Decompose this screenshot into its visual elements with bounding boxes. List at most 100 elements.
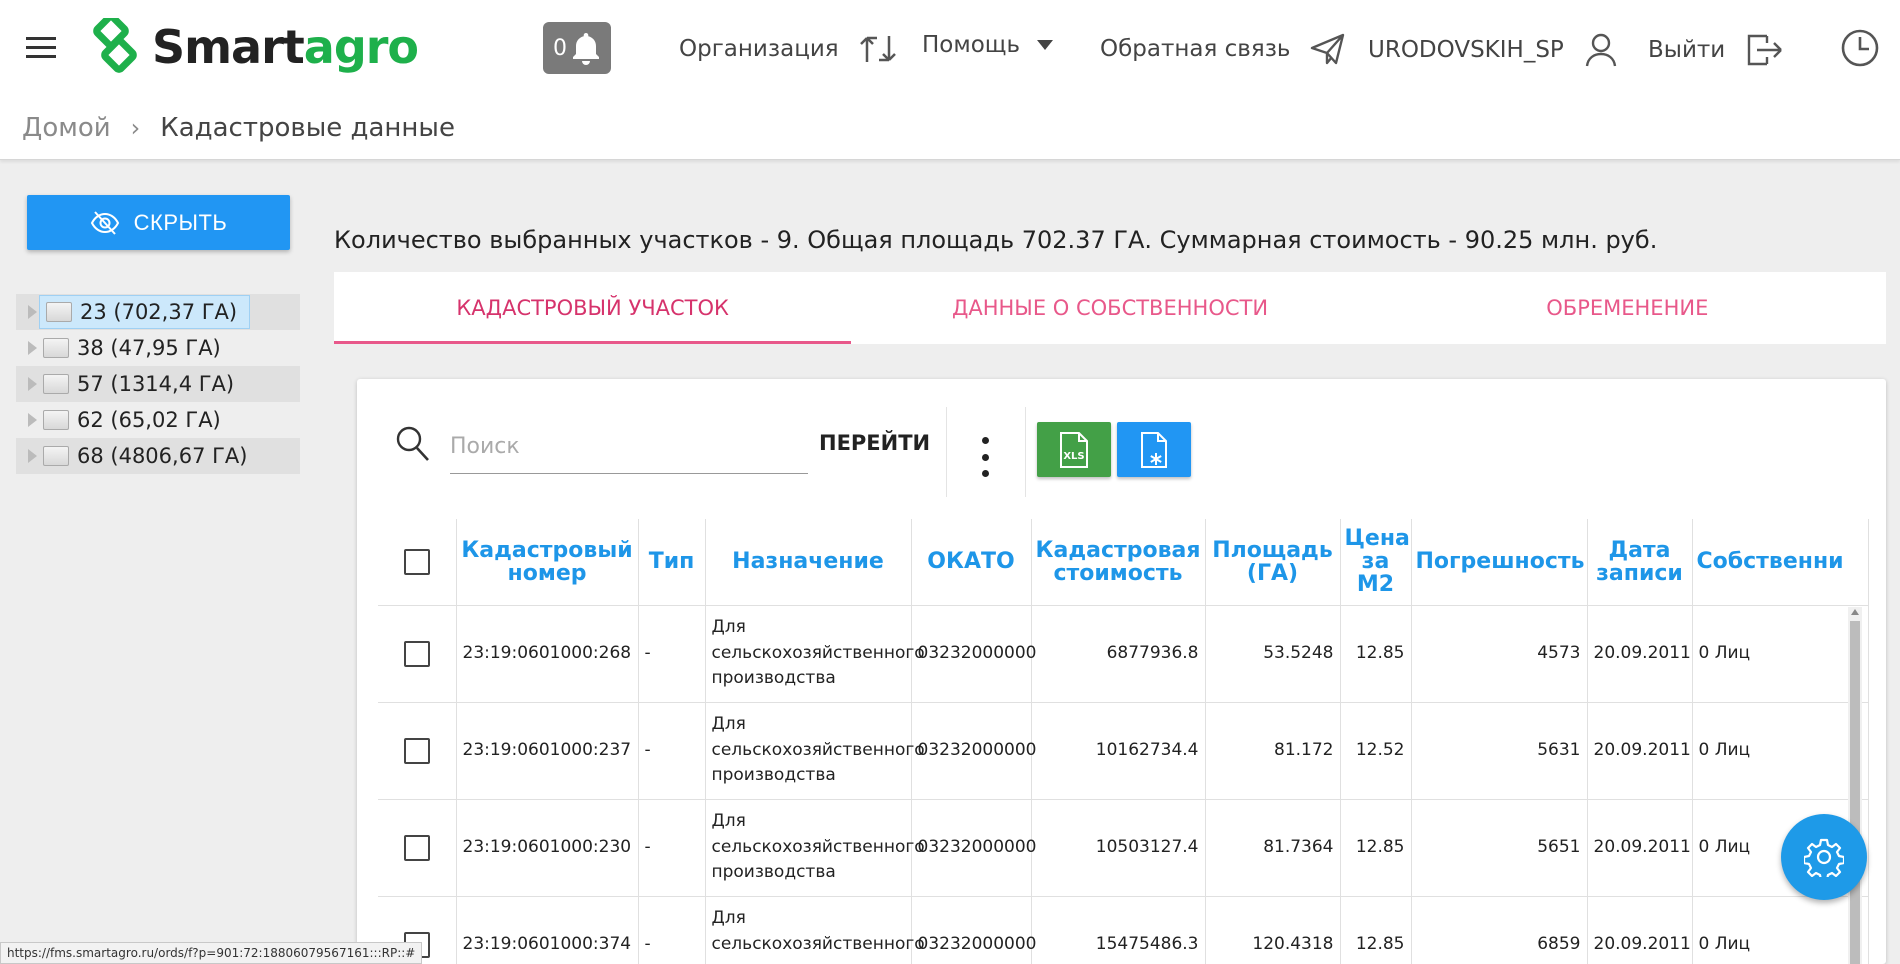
table-row[interactable]: 23:19:0601000:268- Для сельскохозяйственн…	[378, 605, 1869, 703]
search-input[interactable]	[450, 419, 808, 474]
select-all-checkbox[interactable]	[403, 548, 430, 575]
export-xls-button[interactable]: XLS	[1037, 422, 1111, 477]
menu-icon[interactable]	[26, 37, 56, 61]
table-cell: Для сельскохозяйственного производства	[705, 702, 925, 800]
table-cell: 03232000000	[911, 702, 1036, 800]
table-cell: 53.5248	[1205, 605, 1341, 703]
logo-mark-icon	[86, 13, 144, 76]
select-all-cell	[378, 519, 457, 606]
tree-item[interactable]: 68 (4806,67 ГА)	[16, 438, 300, 474]
tree-item[interactable]: 38 (47,95 ГА)	[16, 330, 300, 366]
expand-icon[interactable]	[28, 305, 37, 319]
breadcrumb-current: Кадастровые данные	[160, 113, 455, 143]
search-icon	[396, 426, 429, 461]
divider	[946, 407, 947, 497]
row-checkbox[interactable]	[403, 834, 430, 861]
table-cell: 03232000000	[911, 605, 1036, 703]
settings-fab[interactable]	[1781, 814, 1867, 900]
tab-ownership-data[interactable]: ДАННЫЕ О СОБСТВЕННОСТИ	[851, 272, 1368, 344]
breadcrumb-home[interactable]: Домой	[22, 113, 111, 143]
notifications-count: 0	[553, 35, 567, 61]
tree-item[interactable]: 57 (1314,4 ГА)	[16, 366, 300, 402]
expand-icon[interactable]	[28, 449, 37, 463]
table-row[interactable]: 23:19:0601000:237- Для сельскохозяйственн…	[378, 702, 1869, 800]
tree-item[interactable]: 23 (702,37 ГА)	[16, 294, 300, 330]
col-header[interactable]: Цена за М2	[1340, 519, 1412, 606]
table-cell: 0 Лиц	[1692, 702, 1869, 800]
table-cell: 20.09.2011	[1587, 896, 1693, 964]
chevron-right-icon: ›	[130, 114, 141, 142]
help-menu[interactable]: Помощь	[922, 32, 1054, 58]
table-cell: Для сельскохозяйственного производства	[705, 605, 925, 703]
bell-icon	[573, 33, 599, 65]
col-header[interactable]: Собственни	[1692, 519, 1869, 606]
hide-button[interactable]: СКРЫТЬ	[27, 195, 290, 250]
col-header[interactable]: Площадь (ГА)	[1205, 519, 1341, 606]
table-cell: 6859	[1411, 896, 1588, 964]
table-cell: 20.09.2011	[1587, 605, 1693, 703]
organization-menu[interactable]: Организация	[679, 32, 897, 66]
notifications-button[interactable]: 0	[543, 22, 611, 74]
table-cell: Для сельскохозяйственного производства	[705, 799, 925, 897]
cadastral-table: Кадастровый номер Тип Назначение ОКАТО К…	[378, 519, 1869, 964]
col-header[interactable]: Тип	[638, 519, 706, 606]
tab-cadastral-plot[interactable]: КАДАСТРОВЫЙ УЧАСТОК	[334, 272, 852, 344]
col-header[interactable]: Кадастровый номер	[456, 519, 639, 606]
user-icon	[1585, 33, 1616, 67]
clock-icon[interactable]	[1840, 28, 1880, 72]
more-options-icon[interactable]	[979, 437, 991, 477]
table-cell: 81.172	[1205, 702, 1341, 800]
table-row[interactable]: 23:19:0601000:230- Для сельскохозяйственн…	[378, 799, 1869, 897]
logo[interactable]: Smartagro	[86, 13, 419, 76]
row-checkbox[interactable]	[403, 640, 430, 667]
folder-icon	[43, 374, 69, 394]
tab-encumbrance[interactable]: ОБРЕМЕНЕНИЕ	[1369, 272, 1886, 344]
table-cell: 03232000000	[911, 896, 1036, 964]
xls-file-icon: XLS	[1060, 431, 1088, 468]
user-menu[interactable]: URODOVSKIH_SP	[1368, 32, 1618, 68]
table-cell: 10162734.4	[1031, 702, 1206, 800]
table-cell: 120.4318	[1205, 896, 1341, 964]
go-button[interactable]: ПЕРЕЙТИ	[819, 431, 930, 455]
expand-icon[interactable]	[28, 341, 37, 355]
region-tree: 23 (702,37 ГА) 38 (47,95 ГА) 57 (1314,4 …	[16, 294, 300, 474]
table-cell: 0 Лиц	[1692, 896, 1869, 964]
table-cell: 0 Лиц	[1692, 605, 1869, 703]
logout-button[interactable]: Выйти	[1648, 32, 1783, 68]
scrollbar-thumb[interactable]	[1850, 621, 1860, 964]
table-cell: 20.09.2011	[1587, 702, 1693, 800]
scroll-up-icon[interactable]	[1851, 609, 1859, 615]
expand-icon[interactable]	[28, 377, 37, 391]
table-cell: 10503127.4	[1031, 799, 1206, 897]
caret-down-icon	[1037, 40, 1054, 50]
selection-summary: Количество выбранных участков - 9. Общая…	[334, 226, 1658, 254]
gear-icon	[1804, 838, 1844, 877]
table-cell: 12.52	[1340, 702, 1412, 800]
feedback-link[interactable]: Обратная связь	[1100, 32, 1346, 66]
row-select-cell	[378, 605, 457, 703]
row-checkbox[interactable]	[403, 737, 430, 764]
table-scrollbar[interactable]	[1848, 607, 1862, 964]
table-cell: 23:19:0601000:230	[456, 799, 639, 897]
col-header[interactable]: Погрешность	[1411, 519, 1588, 606]
table-cell: 4573	[1411, 605, 1588, 703]
table-cell: -	[638, 799, 706, 897]
col-header[interactable]: ОКАТО	[911, 519, 1032, 606]
file-asterisk-icon	[1141, 431, 1167, 468]
logout-icon	[1748, 34, 1783, 66]
custom-export-button[interactable]	[1117, 422, 1191, 477]
eye-off-icon	[90, 210, 119, 235]
table-cell: 6877936.8	[1031, 605, 1206, 703]
folder-icon	[43, 410, 69, 430]
expand-icon[interactable]	[28, 413, 37, 427]
table-row[interactable]: 23:19:0601000:374- Для сельскохозяйственн…	[378, 896, 1869, 964]
table-header-row: Кадастровый номер Тип Назначение ОКАТО К…	[378, 519, 1869, 606]
col-header[interactable]: Кадастровая стоимость	[1031, 519, 1206, 606]
divider	[1025, 407, 1026, 497]
row-select-cell	[378, 702, 457, 800]
tab-bar: КАДАСТРОВЫЙ УЧАСТОК ДАННЫЕ О СОБСТВЕННОС…	[334, 272, 1886, 344]
tree-item[interactable]: 62 (65,02 ГА)	[16, 402, 300, 438]
col-header[interactable]: Дата записи	[1587, 519, 1693, 606]
folder-icon	[43, 338, 69, 358]
col-header[interactable]: Назначение	[705, 519, 912, 606]
